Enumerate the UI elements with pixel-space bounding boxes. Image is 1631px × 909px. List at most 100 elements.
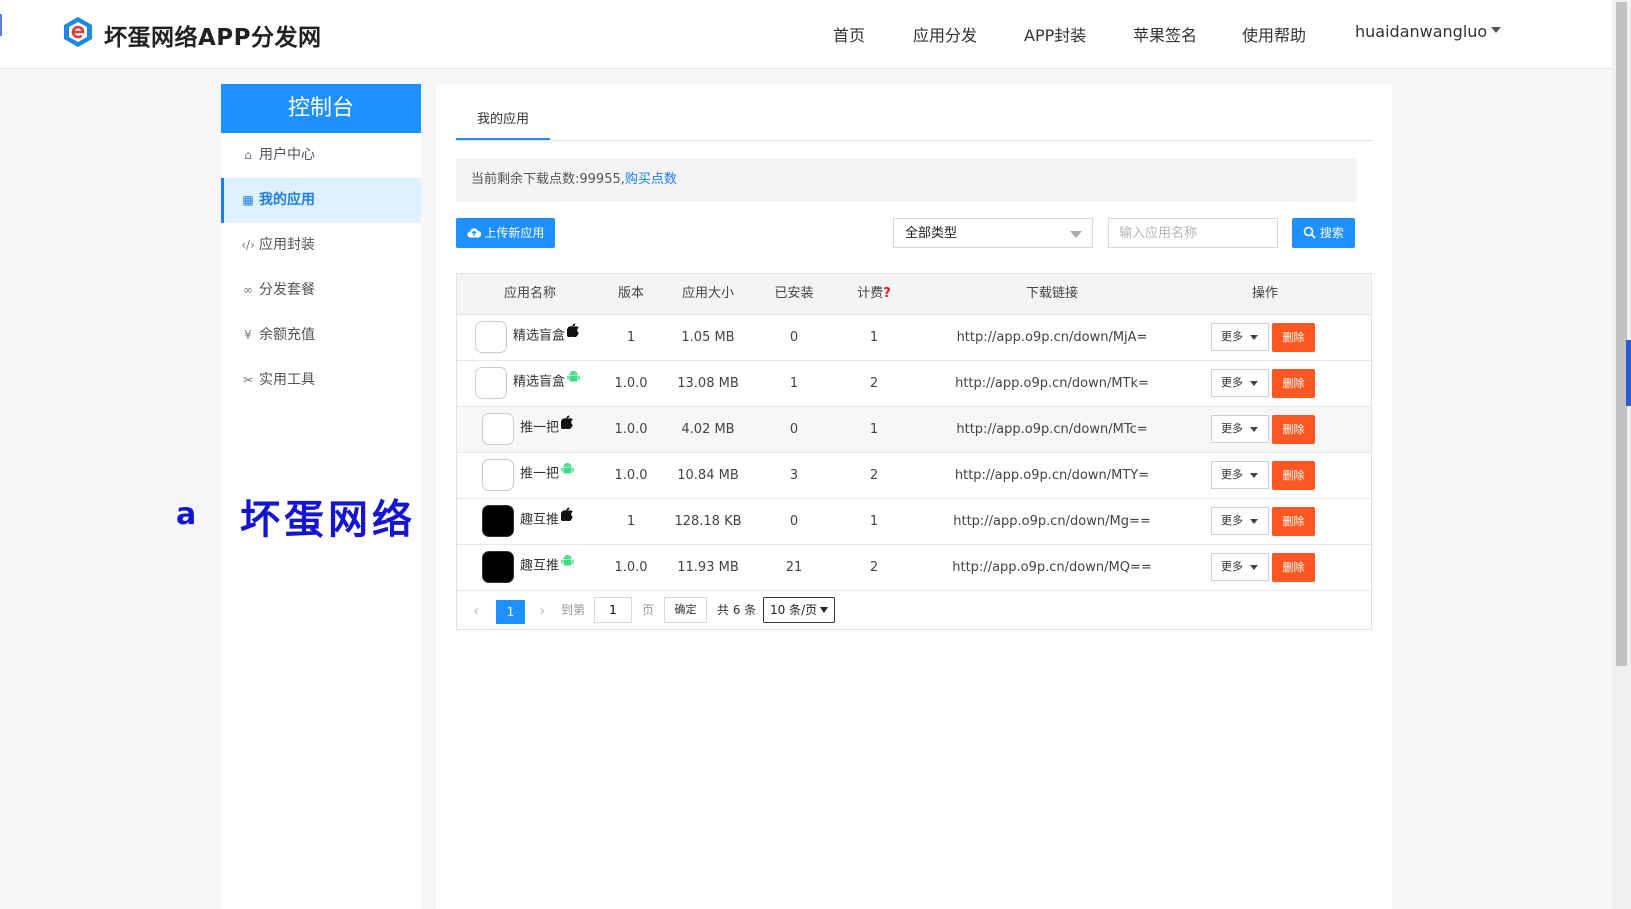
site-title[interactable]: 坏蛋网络APP分发网 bbox=[104, 18, 322, 52]
more-actions-button[interactable]: 更多 bbox=[1211, 507, 1269, 535]
app-download-link[interactable]: http://app.o9p.cn/down/MTc= bbox=[937, 407, 1167, 452]
app-name[interactable]: 精选盲盒 bbox=[513, 361, 580, 404]
app-version: 1.0.0 bbox=[614, 560, 648, 575]
app-name-search-input[interactable] bbox=[1108, 218, 1278, 248]
user-menu[interactable]: huaidanwangluo bbox=[1355, 22, 1502, 41]
top-navbar: 坏蛋网络APP分发网 首页 应用分发 APP封装 苹果签名 使用帮助 huaid… bbox=[0, 0, 1612, 69]
total-count: 共 6 条 bbox=[717, 603, 757, 617]
search-button[interactable]: 搜索 bbox=[1292, 218, 1355, 248]
nav-app-wrap[interactable]: APP封装 bbox=[1024, 22, 1086, 46]
app-installed: 0 bbox=[789, 514, 799, 529]
more-actions-label: 更多 bbox=[1221, 514, 1243, 527]
sidebar-item-label: 用户中心 bbox=[259, 147, 315, 163]
app-name[interactable]: 趣互推 bbox=[520, 497, 574, 542]
app-download-link[interactable]: http://app.o9p.cn/down/MTk= bbox=[937, 361, 1167, 406]
sidebar-item-tools[interactable]: ✂ 实用工具 bbox=[221, 358, 421, 403]
app-name[interactable]: 精选盲盒 bbox=[513, 315, 580, 358]
app-icon bbox=[482, 505, 514, 537]
tab-my-apps[interactable]: 我的应用 bbox=[456, 102, 550, 140]
more-actions-button[interactable]: 更多 bbox=[1211, 369, 1269, 397]
caret-down-icon bbox=[1250, 519, 1258, 524]
goto-confirm-button[interactable]: 确定 bbox=[664, 597, 707, 623]
buy-points-link[interactable]: 购买点数 bbox=[625, 172, 677, 187]
app-name-text: 精选盲盒 bbox=[513, 374, 566, 390]
col-installed: 已安装 bbox=[774, 286, 814, 301]
table-row: 精选盲盒 1.0.0 13.08 MB 1 2 http://app.o9p.cn/dow… bbox=[457, 361, 1371, 407]
page-size-value: 10 条/页 bbox=[770, 603, 818, 617]
delete-button[interactable]: 删除 bbox=[1272, 369, 1315, 398]
sidebar-item-my-apps[interactable]: ▦ 我的应用 bbox=[221, 178, 421, 223]
nav-app-distribution[interactable]: 应用分发 bbox=[913, 22, 977, 46]
app-name-text: 趣互推 bbox=[520, 558, 560, 574]
app-billing: 2 bbox=[869, 560, 879, 575]
sidebar-item-user-center[interactable]: ⌂ 用户中心 bbox=[221, 133, 421, 178]
window-edge-mark-right bbox=[1626, 340, 1631, 406]
nav-apple-sign[interactable]: 苹果签名 bbox=[1133, 22, 1197, 46]
app-installed: 0 bbox=[789, 330, 799, 345]
current-page[interactable]: 1 bbox=[496, 600, 525, 624]
more-actions-button[interactable]: 更多 bbox=[1211, 553, 1269, 581]
nav-help[interactable]: 使用帮助 bbox=[1242, 22, 1306, 46]
more-actions-label: 更多 bbox=[1221, 330, 1243, 343]
app-version: 1.0.0 bbox=[614, 422, 648, 437]
delete-button[interactable]: 删除 bbox=[1272, 507, 1315, 536]
more-actions-button[interactable]: 更多 bbox=[1211, 415, 1269, 443]
app-icon bbox=[475, 367, 507, 399]
more-actions-button[interactable]: 更多 bbox=[1211, 323, 1269, 351]
page-size-select[interactable]: 10 条/页 bbox=[763, 597, 835, 623]
sidebar-item-plans[interactable]: ∞ 分发套餐 bbox=[221, 268, 421, 313]
android-icon bbox=[561, 543, 574, 585]
app-icon bbox=[482, 459, 514, 491]
link-icon: ∞ bbox=[243, 283, 253, 297]
app-download-link[interactable]: http://app.o9p.cn/down/Mg== bbox=[937, 499, 1167, 544]
caret-down-icon bbox=[1250, 427, 1258, 432]
more-actions-button[interactable]: 更多 bbox=[1211, 461, 1269, 489]
delete-button[interactable]: 删除 bbox=[1272, 323, 1315, 352]
goto-page-input[interactable] bbox=[594, 597, 632, 623]
nav-home[interactable]: 首页 bbox=[833, 22, 865, 46]
app-name-text: 精选盲盒 bbox=[513, 328, 566, 344]
dropdown-arrow-icon bbox=[820, 607, 828, 613]
app-billing: 1 bbox=[869, 422, 879, 437]
app-download-link[interactable]: http://app.o9p.cn/down/MjA= bbox=[937, 315, 1167, 360]
scrollbar-thumb[interactable] bbox=[1616, 2, 1627, 666]
app-name-text: 推一把 bbox=[520, 466, 560, 482]
delete-button[interactable]: 删除 bbox=[1272, 461, 1315, 490]
search-button-label: 搜索 bbox=[1319, 226, 1344, 240]
app-download-link[interactable]: http://app.o9p.cn/down/MQ== bbox=[937, 545, 1167, 590]
sidebar-item-recharge[interactable]: ¥ 余额充值 bbox=[221, 313, 421, 358]
app-billing: 1 bbox=[869, 330, 879, 345]
prev-page-icon[interactable]: ‹ bbox=[473, 601, 479, 620]
code-icon: ‹/› bbox=[241, 238, 255, 252]
more-actions-label: 更多 bbox=[1221, 376, 1243, 389]
apple-icon bbox=[560, 497, 574, 539]
android-icon bbox=[567, 359, 580, 401]
help-question-icon[interactable]: ? bbox=[883, 286, 891, 301]
app-name[interactable]: 推一把 bbox=[520, 453, 574, 496]
app-icon bbox=[482, 413, 514, 445]
table-row: 推一把 1.0.0 4.02 MB 0 1 http://app.o9p.cn/down/… bbox=[457, 407, 1371, 453]
app-name[interactable]: 推一把 bbox=[520, 405, 574, 450]
main-panel: 我的应用 当前剩余下载点数:99955,购买点数 上传新应用 全部类型 搜索 应… bbox=[436, 84, 1392, 909]
app-installed: 21 bbox=[785, 560, 803, 575]
col-download-link: 下载链接 bbox=[1025, 286, 1078, 301]
more-actions-label: 更多 bbox=[1221, 560, 1243, 573]
apple-icon bbox=[560, 405, 574, 447]
app-billing: 2 bbox=[869, 468, 879, 483]
app-name[interactable]: 趣互推 bbox=[520, 545, 574, 588]
app-size: 11.93 MB bbox=[677, 560, 739, 575]
upload-app-button[interactable]: 上传新应用 bbox=[456, 218, 555, 248]
apps-table: 应用名称 版本 应用大小 已安装 计费? 下载链接 操作 精选盲盒 1 1.05 M… bbox=[456, 273, 1372, 630]
next-page-icon[interactable]: › bbox=[539, 601, 545, 620]
tab-bar: 我的应用 bbox=[456, 102, 1372, 141]
cloud-upload-icon bbox=[466, 228, 481, 238]
delete-button[interactable]: 删除 bbox=[1272, 553, 1315, 582]
app-type-select[interactable]: 全部类型 bbox=[893, 218, 1093, 248]
home-icon: ⌂ bbox=[244, 148, 252, 162]
window-edge-mark bbox=[0, 14, 2, 36]
app-download-link[interactable]: http://app.o9p.cn/down/MTY= bbox=[937, 453, 1167, 498]
yen-icon: ¥ bbox=[244, 328, 252, 342]
delete-button[interactable]: 删除 bbox=[1272, 415, 1315, 444]
more-actions-label: 更多 bbox=[1221, 422, 1243, 435]
sidebar-item-app-wrap[interactable]: ‹/› 应用封装 bbox=[221, 223, 421, 268]
